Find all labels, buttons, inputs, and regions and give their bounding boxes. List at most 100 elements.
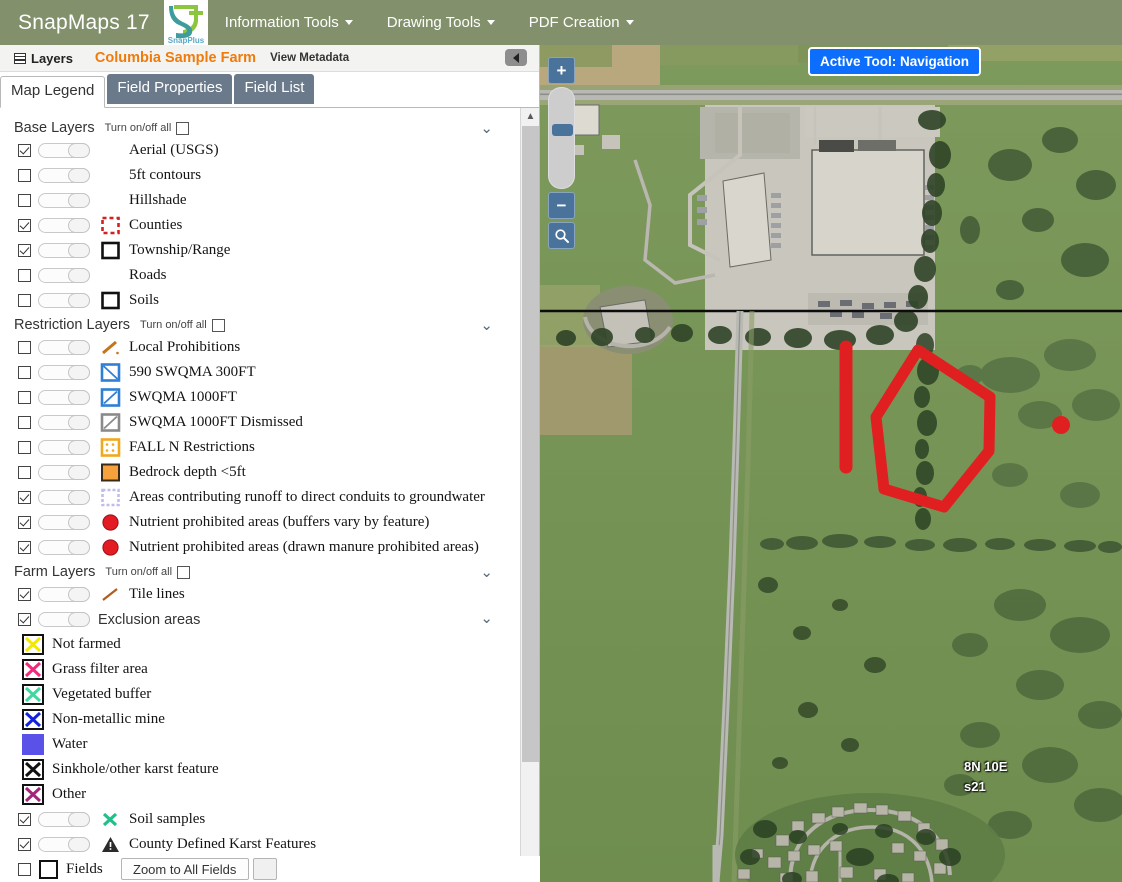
legend-row-exclusion-areas[interactable]: Exclusion areas ⌄ — [0, 607, 521, 632]
exclusion-item-sinkhole-karst[interactable]: Sinkhole/other karst feature — [0, 757, 521, 782]
exclusion-item-grass-filter-area[interactable]: Grass filter area — [0, 657, 521, 682]
legend-row-county-defined-karst[interactable]: County Defined Karst Features — [0, 832, 521, 857]
slider-knob[interactable] — [68, 293, 90, 308]
layer-checkbox[interactable] — [18, 862, 31, 876]
slider-knob[interactable] — [68, 515, 90, 530]
slider-knob[interactable] — [68, 193, 90, 208]
view-metadata-link[interactable]: View Metadata — [270, 52, 349, 64]
fields-extra-button[interactable] — [252, 858, 277, 880]
layer-opacity-slider[interactable] — [38, 515, 90, 530]
legend-row-tile-lines[interactable]: Tile lines — [0, 582, 521, 607]
layer-checkbox[interactable] — [18, 341, 31, 354]
menu-information-tools[interactable]: Information Tools — [208, 0, 370, 45]
layer-opacity-slider[interactable] — [38, 365, 90, 380]
layer-opacity-slider[interactable] — [38, 812, 90, 827]
legend-row-soils[interactable]: Soils — [0, 288, 521, 313]
zoom-out-button[interactable]: − — [548, 192, 575, 219]
layer-checkbox[interactable] — [18, 194, 31, 207]
menu-pdf-creation[interactable]: PDF Creation — [512, 0, 651, 45]
slider-knob[interactable] — [68, 440, 90, 455]
legend-row-590-swqma-300ft[interactable]: 590 SWQMA 300FT — [0, 360, 521, 385]
layer-checkbox[interactable] — [18, 466, 31, 479]
layer-opacity-slider[interactable] — [38, 340, 90, 355]
map-search-button[interactable] — [548, 222, 575, 249]
layer-opacity-slider[interactable] — [38, 837, 90, 852]
layer-opacity-slider[interactable] — [38, 218, 90, 233]
turn-on-off-all-checkbox-farm[interactable] — [177, 565, 191, 579]
scrollbar-thumb[interactable] — [522, 126, 539, 762]
layer-checkbox[interactable] — [18, 491, 31, 504]
zoom-in-button[interactable]: + — [548, 57, 575, 84]
layer-checkbox[interactable] — [18, 416, 31, 429]
slider-knob[interactable] — [68, 540, 90, 555]
exclusion-item-water[interactable]: Water — [0, 732, 521, 757]
layer-opacity-slider[interactable] — [38, 540, 90, 555]
slider-knob[interactable] — [68, 268, 90, 283]
layer-opacity-slider[interactable] — [38, 168, 90, 183]
legend-row-fields[interactable]: Fields Zoom to All Fields — [0, 856, 540, 882]
layer-opacity-slider[interactable] — [38, 612, 90, 627]
layer-checkbox[interactable] — [18, 244, 31, 257]
legend-row-township-range[interactable]: Township/Range — [0, 238, 521, 263]
slider-knob[interactable] — [68, 837, 90, 852]
slider-knob[interactable] — [68, 168, 90, 183]
layers-button[interactable]: Layers — [14, 51, 73, 66]
slider-knob[interactable] — [68, 415, 90, 430]
layer-checkbox[interactable] — [18, 588, 31, 601]
slider-knob[interactable] — [68, 587, 90, 602]
collapse-panel-button[interactable] — [505, 49, 527, 66]
menu-drawing-tools[interactable]: Drawing Tools — [370, 0, 512, 45]
layer-checkbox[interactable] — [18, 144, 31, 157]
legend-row-swqma-1000ft-dismissed[interactable]: SWQMA 1000FT Dismissed — [0, 410, 521, 435]
slider-knob[interactable] — [68, 465, 90, 480]
turn-on-off-all-checkbox-restriction[interactable] — [211, 318, 225, 332]
legend-row-local-prohibitions[interactable]: Local Prohibitions — [0, 335, 521, 360]
chevron-down-icon[interactable]: ⌄ — [480, 121, 493, 136]
slider-knob[interactable] — [68, 812, 90, 827]
layer-opacity-slider[interactable] — [38, 143, 90, 158]
legend-row-aerial-usgs[interactable]: Aerial (USGS) — [0, 138, 521, 163]
slider-knob[interactable] — [68, 143, 90, 158]
layer-checkbox[interactable] — [18, 269, 31, 282]
slider-knob[interactable] — [68, 340, 90, 355]
legend-scrollbar[interactable]: ▲ ▼ — [520, 108, 539, 872]
legend-row-nutrient-prohibited-drawn[interactable]: Nutrient prohibited areas (drawn manure … — [0, 535, 521, 560]
map-view[interactable]: Active Tool: Navigation + − 8N 10E s21 — [540, 45, 1122, 882]
layer-opacity-slider[interactable] — [38, 440, 90, 455]
layer-checkbox[interactable] — [18, 391, 31, 404]
legend-row-roads[interactable]: Roads — [0, 263, 521, 288]
slider-knob[interactable] — [68, 490, 90, 505]
scroll-up-arrow-icon[interactable]: ▲ — [521, 108, 540, 125]
layer-opacity-slider[interactable] — [38, 390, 90, 405]
slider-knob[interactable] — [68, 218, 90, 233]
layer-checkbox[interactable] — [18, 294, 31, 307]
layer-checkbox[interactable] — [18, 366, 31, 379]
chevron-down-icon[interactable]: ⌄ — [480, 611, 493, 626]
layer-checkbox[interactable] — [18, 219, 31, 232]
layer-opacity-slider[interactable] — [38, 193, 90, 208]
active-tool-badge[interactable]: Active Tool: Navigation — [808, 47, 982, 76]
layer-checkbox[interactable] — [18, 838, 31, 851]
layer-checkbox[interactable] — [18, 169, 31, 182]
tab-map-legend[interactable]: Map Legend — [0, 76, 106, 108]
chevron-down-icon[interactable]: ⌄ — [480, 318, 493, 333]
layer-checkbox[interactable] — [18, 516, 31, 529]
layer-opacity-slider[interactable] — [38, 465, 90, 480]
slider-knob[interactable] — [68, 365, 90, 380]
layer-checkbox[interactable] — [18, 441, 31, 454]
layer-opacity-slider[interactable] — [38, 243, 90, 258]
exclusion-item-vegetated-buffer[interactable]: Vegetated buffer — [0, 682, 521, 707]
legend-row-hillshade[interactable]: Hillshade — [0, 188, 521, 213]
zoom-slider-handle[interactable] — [552, 124, 573, 136]
legend-row-swqma-1000ft[interactable]: SWQMA 1000FT — [0, 385, 521, 410]
slider-knob[interactable] — [68, 390, 90, 405]
tab-field-list[interactable]: Field List — [234, 74, 315, 104]
legend-row-5ft-contours[interactable]: 5ft contours — [0, 163, 521, 188]
layer-opacity-slider[interactable] — [38, 490, 90, 505]
turn-on-off-all-checkbox-base[interactable] — [176, 121, 190, 135]
legend-row-soil-samples[interactable]: Soil samples — [0, 807, 521, 832]
layer-opacity-slider[interactable] — [38, 268, 90, 283]
zoom-slider-track[interactable] — [548, 87, 575, 189]
legend-row-nutrient-prohibited-buffers[interactable]: Nutrient prohibited areas (buffers vary … — [0, 510, 521, 535]
legend-row-bedrock-depth[interactable]: Bedrock depth <5ft — [0, 460, 521, 485]
